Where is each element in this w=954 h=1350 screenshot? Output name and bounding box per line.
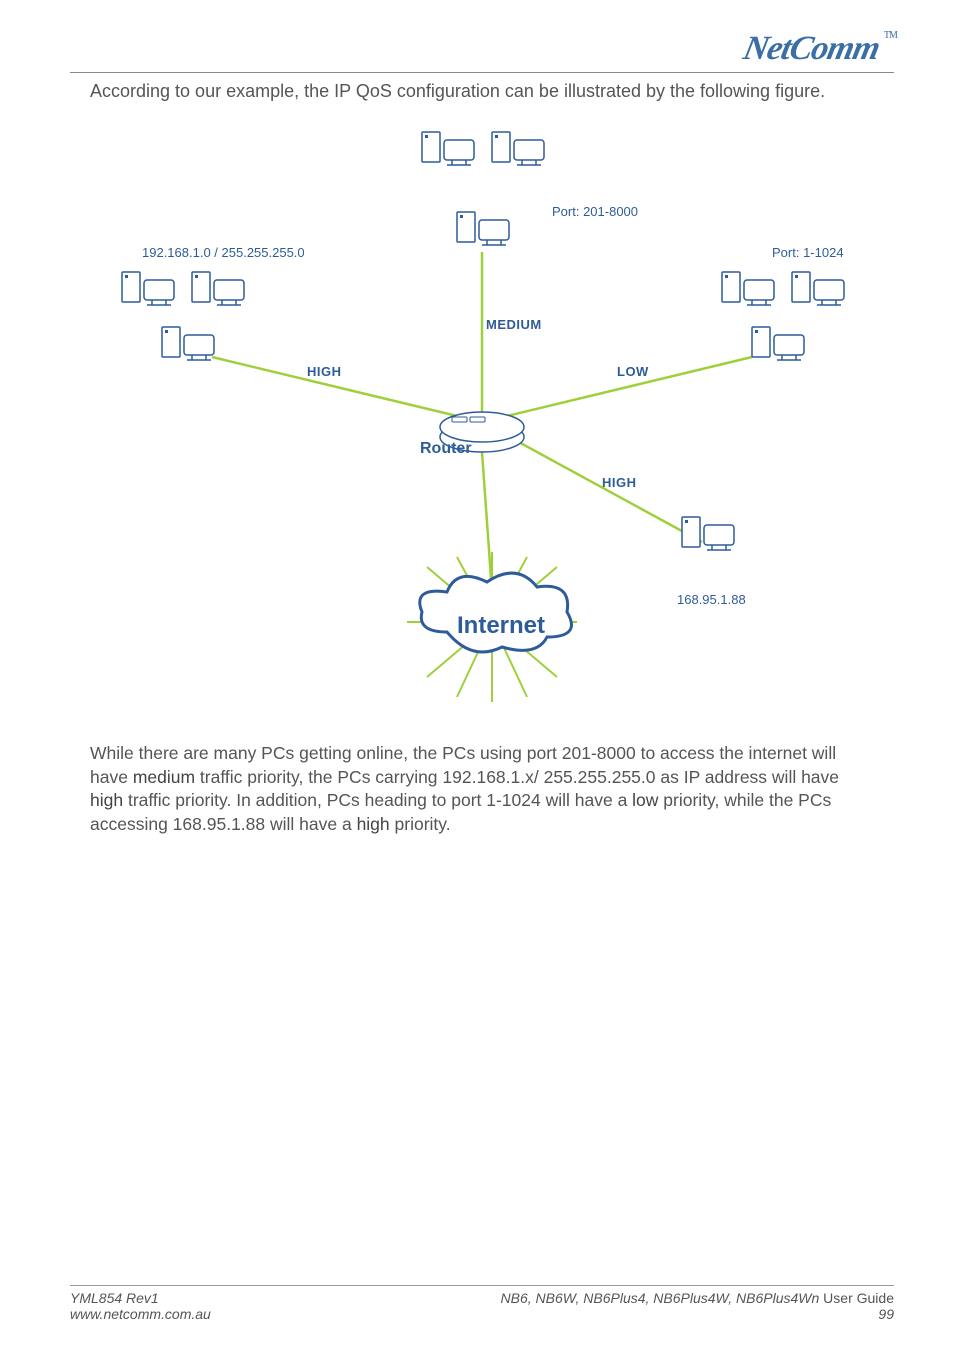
b2: high — [90, 790, 123, 810]
annotation-left: 192.168.1.0 / 255.255.255.0 — [142, 245, 305, 260]
priority-high-right: HIGH — [602, 475, 637, 490]
logo-tm: TM — [884, 30, 897, 41]
footer-rev: YML854 Rev1 — [70, 1290, 211, 1306]
footer-suffix: User Guide — [819, 1290, 894, 1306]
p5: priority. — [390, 814, 451, 834]
body-paragraph: While there are many PCs getting online,… — [90, 742, 874, 837]
intro-text: According to our example, the IP QoS con… — [90, 81, 894, 102]
router-label: Router — [420, 440, 472, 458]
brand-logo: NetCommTM — [740, 30, 898, 68]
page-header: NetCommTM — [70, 30, 894, 73]
pc-single-right — [682, 517, 734, 550]
footer-right: NB6, NB6W, NB6Plus4, NB6Plus4W, NB6Plus4… — [501, 1290, 894, 1322]
footer-models: NB6, NB6W, NB6Plus4, NB6Plus4W, NB6Plus4… — [501, 1290, 820, 1306]
annotation-right: Port: 1-1024 — [772, 245, 844, 260]
page-footer: YML854 Rev1 www.netcomm.com.au NB6, NB6W… — [70, 1285, 894, 1322]
b3: low — [632, 790, 658, 810]
priority-high-left: HIGH — [307, 364, 342, 379]
b4: high — [357, 814, 390, 834]
qos-diagram: 192.168.1.0 / 255.255.255.0 Port: 201-80… — [82, 112, 882, 732]
pc-group-left — [122, 272, 244, 360]
logo-text: NetComm — [741, 30, 884, 67]
pc-group-top — [422, 132, 544, 245]
priority-low: LOW — [617, 364, 649, 379]
annotation-bottom-right: 168.95.1.88 — [677, 592, 746, 607]
footer-url: www.netcomm.com.au — [70, 1306, 211, 1322]
b1: medium — [133, 767, 195, 787]
footer-page-number: 99 — [501, 1306, 894, 1322]
p3: traffic priority. In addition, PCs headi… — [123, 790, 632, 810]
annotation-top: Port: 201-8000 — [552, 204, 638, 219]
p2: traffic priority, the PCs carrying 192.1… — [195, 767, 839, 787]
priority-medium: MEDIUM — [486, 317, 542, 332]
pc-group-right — [722, 272, 844, 360]
internet-label: Internet — [457, 612, 545, 640]
footer-left: YML854 Rev1 www.netcomm.com.au — [70, 1290, 211, 1322]
